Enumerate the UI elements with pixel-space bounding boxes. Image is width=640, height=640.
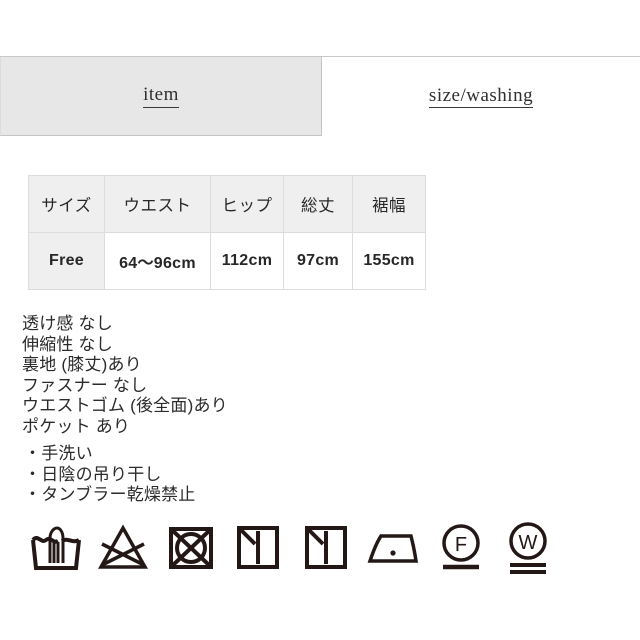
wet-clean-very-mild-icon: W bbox=[495, 516, 563, 580]
table-row: Free 64〜96cm 112cm 97cm 155cm bbox=[28, 232, 426, 290]
tab-size-washing-label: size/washing bbox=[428, 85, 534, 109]
attribute-zipper: ファスナー なし bbox=[22, 375, 148, 395]
table-cell-waist: 64〜96cm bbox=[104, 232, 211, 290]
table-header-row: サイズ ウエスト ヒップ 総丈 裾幅 bbox=[28, 175, 426, 233]
do-not-bleach-icon bbox=[90, 516, 158, 580]
svg-text:F: F bbox=[455, 534, 467, 556]
table-header-cell: ウエスト bbox=[104, 175, 211, 233]
tab-bar: item size/washing bbox=[0, 56, 640, 136]
svg-text:W: W bbox=[519, 532, 538, 554]
tab-item-label: item bbox=[143, 84, 179, 108]
table-cell-hem-width: 155cm bbox=[352, 232, 426, 290]
tab-item[interactable]: item bbox=[0, 57, 322, 136]
size-table: サイズ ウエスト ヒップ 総丈 裾幅 Free 64〜96cm 112cm 97… bbox=[28, 175, 426, 290]
attribute-sheerness: 透け感 なし bbox=[22, 314, 113, 333]
tab-size-washing[interactable]: size/washing bbox=[322, 57, 640, 136]
attribute-list: 透け感 なし 伸縮性 なし 裏地 (膝丈)あり ファスナー なし ウエストゴム … bbox=[22, 314, 228, 437]
hand-wash-icon bbox=[22, 516, 90, 580]
iron-low-heat-icon bbox=[360, 516, 428, 580]
care-instruction-hand-wash: ・手洗い bbox=[24, 444, 93, 463]
table-header-cell: サイズ bbox=[28, 175, 105, 233]
table-header-cell: ヒップ bbox=[210, 175, 284, 233]
line-dry-in-shade-icon bbox=[292, 516, 360, 580]
care-instruction-list: ・手洗い ・日陰の吊り干し ・タンブラー乾燥禁止 bbox=[24, 444, 196, 506]
table-cell-hip: 112cm bbox=[210, 232, 284, 290]
care-instruction-shade-dry: ・日陰の吊り干し bbox=[24, 464, 162, 484]
attribute-pocket: ポケット あり bbox=[22, 416, 131, 436]
table-cell-size: Free bbox=[28, 232, 105, 290]
attribute-stretch: 伸縮性 なし bbox=[22, 334, 113, 354]
table-cell-total-length: 97cm bbox=[283, 232, 353, 290]
care-instruction-no-tumble-dry: ・タンブラー乾燥禁止 bbox=[24, 485, 196, 504]
do-not-tumble-dry-icon bbox=[157, 516, 225, 580]
table-header-cell: 裾幅 bbox=[352, 175, 426, 233]
attribute-waist-elastic: ウエストゴム (後全面)あり bbox=[22, 396, 228, 415]
table-header-cell: 総丈 bbox=[283, 175, 353, 233]
dry-clean-petroleum-mild-icon: F bbox=[427, 516, 495, 580]
attribute-lining: 裏地 (膝丈)あり bbox=[22, 355, 142, 374]
drip-dry-in-shade-icon bbox=[225, 516, 293, 580]
care-symbol-row: F W bbox=[22, 516, 562, 580]
